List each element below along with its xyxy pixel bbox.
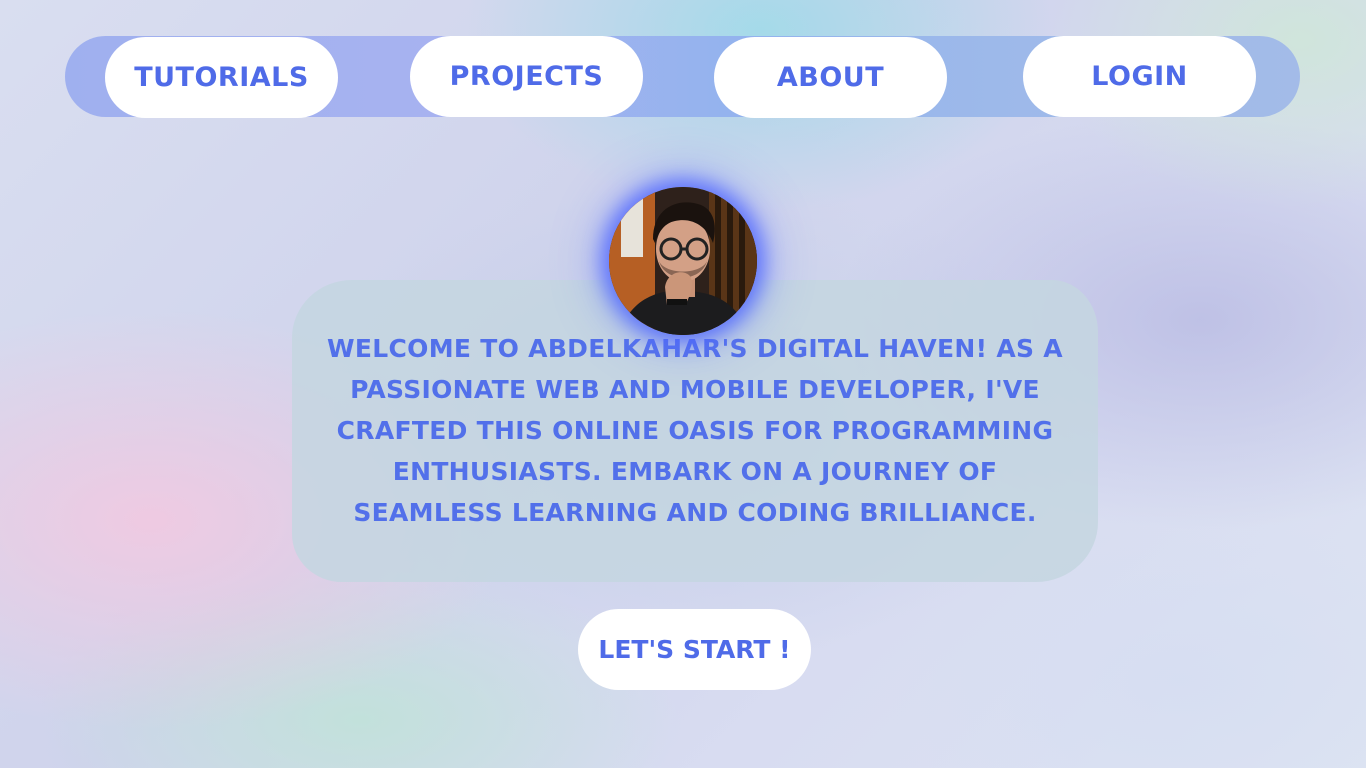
profile-photo	[609, 187, 757, 335]
login-button[interactable]: LOGIN	[1023, 36, 1256, 117]
welcome-message: WELCOME TO ABDELKAHAR'S DIGITAL HAVEN! A…	[327, 334, 1063, 527]
about-button[interactable]: ABOUT	[714, 37, 947, 118]
navigation-bar: TUTORIALS PROJECTS ABOUT LOGIN	[65, 36, 1300, 118]
projects-button[interactable]: PROJECTS	[410, 36, 643, 117]
lets-start-button[interactable]: LET'S START !	[578, 609, 811, 690]
profile-photo-illustration	[609, 187, 757, 335]
avatar	[609, 187, 757, 335]
tutorials-button[interactable]: TUTORIALS	[105, 37, 338, 118]
